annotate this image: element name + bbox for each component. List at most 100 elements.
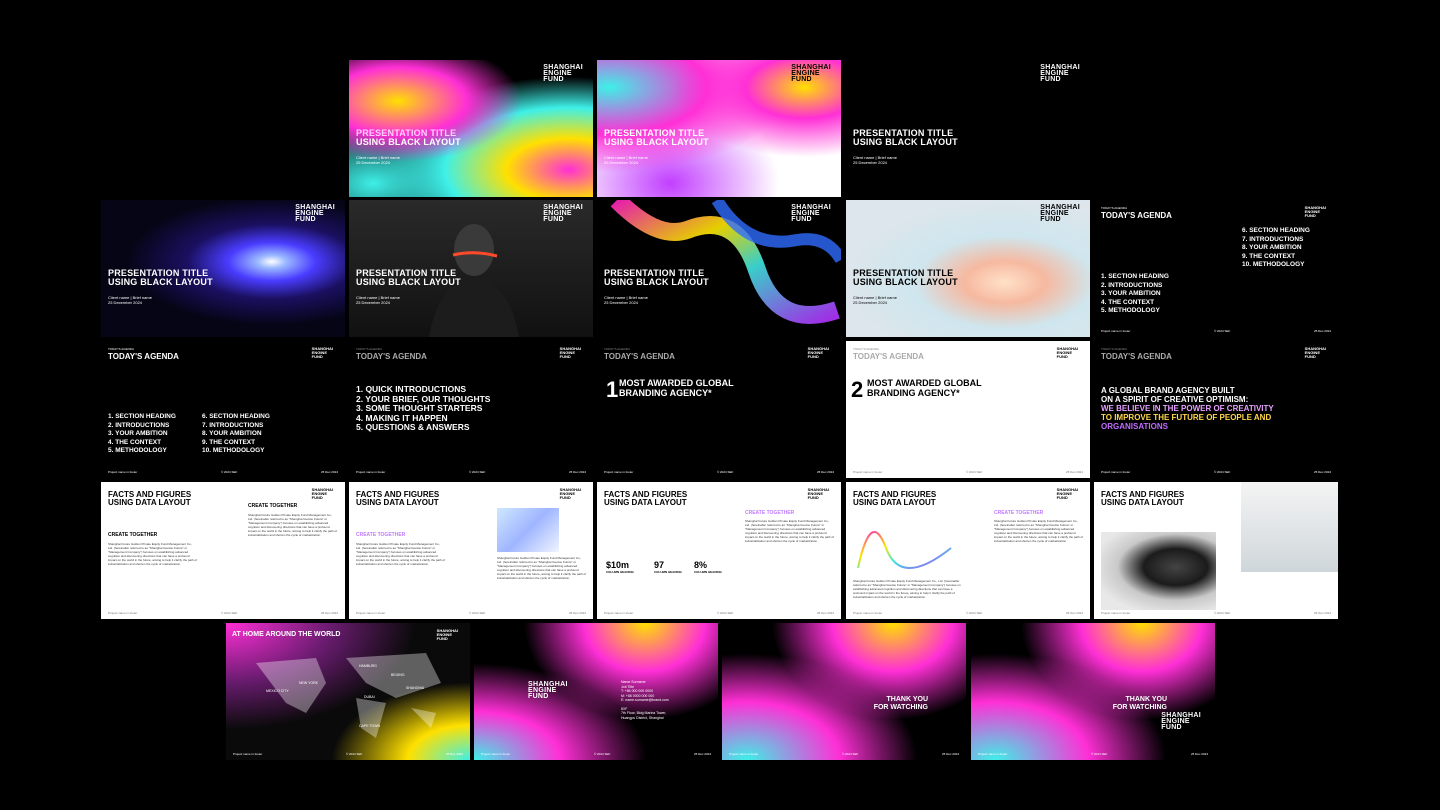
create-heading: CREATE TOGETHER xyxy=(248,503,298,509)
agenda-kicker: TODAY'S AGENDA xyxy=(1101,347,1127,351)
slide-cover-iridescent[interactable]: SHANGHAI ENGINE FUND PRESENTATION TITLE USI… xyxy=(597,200,841,337)
agenda-heading: TODAY'S AGENDA xyxy=(1101,211,1172,220)
product-photo xyxy=(1241,482,1338,572)
brand-logo: SHANGHAI ENGINE FUND xyxy=(791,204,831,223)
slide-footer: Project name in footer © 2024 SEF 25 Dec 2… xyxy=(356,470,586,474)
slide-footer: Project name in footer © 2024 SEF 25 Dec 2… xyxy=(108,470,338,474)
agenda-heading: TODAY'S AGENDA xyxy=(604,352,675,361)
agenda-kicker: TODAY'S AGENDA xyxy=(108,347,134,351)
facts-title: FACTS AND FIGURES USING DATA LAYOUT xyxy=(356,490,440,507)
create-heading: CREATE TOGETHER xyxy=(108,532,158,538)
slide-facts-graph[interactable]: FACTS AND FIGURES USING DATA LAYOUT SHANG… xyxy=(846,482,1090,619)
contact-details: Name Surname Job Title T: +86 000 000 0000… xyxy=(621,680,669,720)
agenda-heading: TODAY'S AGENDA xyxy=(356,352,427,361)
slide-facts-image[interactable]: FACTS AND FIGURES USING DATA LAYOUT SHANG… xyxy=(349,482,593,619)
slide-agenda-split[interactable]: TODAY'S AGENDA TODAY'S AGENDA SHANGHAI EN… xyxy=(1094,200,1338,337)
brand-logo: SHANGHAI ENGINE FUND xyxy=(295,204,335,223)
slide-cover-space[interactable]: SHANGHAI ENGINE FUND PRESENTATION TITLE USI… xyxy=(101,200,345,337)
brand-logo: SHANGHAI ENGINE FUND xyxy=(807,487,829,500)
city-label: CAPE TOWN xyxy=(359,724,381,728)
world-map-dots xyxy=(256,653,441,738)
cover-subtitle: Client name | Brief name 25 December 2024 xyxy=(604,295,648,305)
slide-footer: Project name in footer © 2024 SEF 25 Dec 2… xyxy=(108,611,338,615)
facts-body: Shanghai Future Golden Private Equity Fu… xyxy=(248,513,338,537)
city-label: BEIJING xyxy=(391,673,405,677)
slide-footer: Project name in footer © 2024 SEF 25 Dec 2… xyxy=(853,470,1083,474)
cover-title: PRESENTATION TITLE USING BLACK LAYOUT xyxy=(356,128,461,147)
slide-footer: Project name in footer © 2024 SEF 25 Dec 2… xyxy=(853,611,1083,615)
facts-title: FACTS AND FIGURES USING DATA LAYOUT xyxy=(853,490,937,507)
slide-footer: Project name in footer © 2024 SEF 25 Dec 2… xyxy=(356,611,586,615)
facts-body: Shanghai Future Golden Private Equity Fu… xyxy=(108,542,198,566)
portrait-photo xyxy=(1101,532,1216,610)
cover-title: PRESENTATION TITLE USING BLACK LAYOUT xyxy=(853,268,958,287)
brand-logo: SHANGHAI ENGINE FUND xyxy=(1040,204,1080,223)
brand-logo: SHANGHAI ENGINE FUND xyxy=(543,204,583,223)
brand-logo: SHANGHAI ENGINE FUND xyxy=(1056,487,1078,500)
create-heading: CREATE TOGETHER xyxy=(994,510,1044,516)
slide-cover-gradient[interactable]: SHANGHAI ENGINE FUND PRESENTATION TITLE USI… xyxy=(349,60,593,197)
agenda-heading: TODAY'S AGENDA xyxy=(853,352,924,361)
slide-thanks[interactable]: THANK YOU FOR WATCHING Project name in fo… xyxy=(722,623,966,760)
slide-facts-text[interactable]: FACTS AND FIGURES USING DATA LAYOUT SHANG… xyxy=(101,482,345,619)
slide-footer: Project name in footer © 2024 SEF 25 Dec 2… xyxy=(1101,329,1331,333)
city-label: DUBAI xyxy=(364,695,375,699)
brand-logo: SHANGHAI ENGINE FUND xyxy=(1304,205,1326,218)
cover-title: PRESENTATION TITLE USING BLACK LAYOUT xyxy=(604,128,709,147)
brand-logo: SHANGHAI ENGINE FUND xyxy=(1040,64,1080,83)
agenda-list-b: 6. SECTION HEADING 7. INTRODUCTIONS 8. YOU… xyxy=(202,413,270,454)
slide-cover-portrait[interactable]: SHANGHAI ENGINE FUND PRESENTATION TITLE USI… xyxy=(349,200,593,337)
cover-subtitle: Client name | Brief name 25 December 2024 xyxy=(853,155,897,165)
slide-contact[interactable]: SHANGHAI ENGINE FUND Name Surname Job Title… xyxy=(474,623,718,760)
agenda-kicker: TODAY'S AGENDA xyxy=(853,347,879,351)
brand-logo: SHANGHAI ENGINE FUND xyxy=(559,487,581,500)
slide-footer: Project name in footer © 2024 SEF 25 Dec 2… xyxy=(978,752,1208,756)
award-text: MOST AWARDED GLOBAL BRANDING AGENCY* xyxy=(867,378,982,398)
slide-award-1[interactable]: TODAY'S AGENDA TODAY'S AGENDA SHANGHAI EN… xyxy=(597,341,841,478)
cover-title: PRESENTATION TITLE USING BLACK LAYOUT xyxy=(604,268,709,287)
agenda-list-c: 1. QUICK INTRODUCTIONS 2. YOUR BRIEF, OUR… xyxy=(356,384,491,432)
slide-thanks-logo[interactable]: THANK YOU FOR WATCHING SHANGHAI ENGINE FUND… xyxy=(971,623,1215,760)
facts-title: FACTS AND FIGURES USING DATA LAYOUT xyxy=(604,490,688,507)
wave-graphic xyxy=(857,531,952,569)
slide-agenda-two-col[interactable]: TODAY'S AGENDA TODAY'S AGENDA SHANGHAI EN… xyxy=(101,341,345,478)
agenda-kicker: TODAY'S AGENDA xyxy=(1101,206,1127,210)
slide-footer: Project name in footer © 2024 SEF 25 Dec 2… xyxy=(233,752,463,756)
facts-title: FACTS AND FIGURES USING DATA LAYOUT xyxy=(108,490,192,507)
create-heading: CREATE TOGETHER xyxy=(356,532,406,538)
create-heading: CREATE TOGETHER xyxy=(745,510,795,516)
cover-subtitle: Client name | Brief name 25 December 2024 xyxy=(108,295,152,305)
facts-caption: Shanghai Future Golden Private Equity Fu… xyxy=(853,579,961,599)
stat-1: $10m COLUMN HEADING xyxy=(606,560,634,574)
slide-facts-stats[interactable]: FACTS AND FIGURES USING DATA LAYOUT SHANG… xyxy=(597,482,841,619)
brand-logo: SHANGHAI ENGINE FUND xyxy=(1056,346,1078,359)
stat-2: 97 COLUMN HEADING xyxy=(654,560,682,574)
slide-agenda-list[interactable]: TODAY'S AGENDA TODAY'S AGENDA SHANGHAI EN… xyxy=(349,341,593,478)
stat-3: 8% COLUMN HEADING xyxy=(694,560,722,574)
slide-footer: Project name in footer © 2024 SEF 25 Dec 2… xyxy=(729,752,959,756)
slide-cover-light[interactable]: SHANGHAI ENGINE FUND PRESENTATION TITLE USI… xyxy=(597,60,841,197)
brand-logo: SHANGHAI ENGINE FUND xyxy=(528,681,568,700)
award-text: MOST AWARDED GLOBAL BRANDING AGENCY* xyxy=(619,378,734,398)
city-label: MEXICO CITY xyxy=(266,689,289,693)
thanks-text: THANK YOU FOR WATCHING xyxy=(1112,696,1167,711)
slide-award-2[interactable]: TODAY'S AGENDA TODAY'S AGENDA SHANGHAI EN… xyxy=(846,341,1090,478)
agenda-heading: TODAY'S AGENDA xyxy=(1101,352,1172,361)
award-number: 1 xyxy=(606,377,619,402)
slide-cover-petal[interactable]: SHANGHAI ENGINE FUND PRESENTATION TITLE USI… xyxy=(846,200,1090,337)
slide-facts-photos[interactable]: FACTS AND FIGURES USING DATA LAYOUT Proje… xyxy=(1094,482,1338,619)
agenda-list-a: 1. SECTION HEADING 2. INTRODUCTIONS 3. YOU… xyxy=(1101,273,1169,314)
slide-world-map[interactable]: AT HOME AROUND THE WORLD SHANGHAI ENGINE F… xyxy=(226,623,470,760)
brand-logo: SHANGHAI ENGINE FUND xyxy=(807,346,829,359)
cover-title: PRESENTATION TITLE USING BLACK LAYOUT xyxy=(108,268,213,287)
brand-logo: SHANGHAI ENGINE FUND xyxy=(1161,712,1201,731)
slide-agency-statement[interactable]: TODAY'S AGENDA TODAY'S AGENDA SHANGHAI EN… xyxy=(1094,341,1338,478)
agenda-list-a: 1. SECTION HEADING 2. INTRODUCTIONS 3. YOU… xyxy=(108,413,176,454)
brand-logo: SHANGHAI ENGINE FUND xyxy=(1304,346,1326,359)
cover-title: PRESENTATION TITLE USING BLACK LAYOUT xyxy=(853,128,958,147)
brand-logo: SHANGHAI ENGINE FUND xyxy=(791,64,831,83)
slide-footer: Project name in footer © 2024 SEF 25 Dec 2… xyxy=(1101,611,1331,615)
thanks-text: THANK YOU FOR WATCHING xyxy=(873,696,928,711)
brand-logo: SHANGHAI ENGINE FUND xyxy=(559,346,581,359)
slide-cover-black[interactable]: SHANGHAI ENGINE FUND PRESENTATION TITLE USI… xyxy=(846,60,1090,197)
